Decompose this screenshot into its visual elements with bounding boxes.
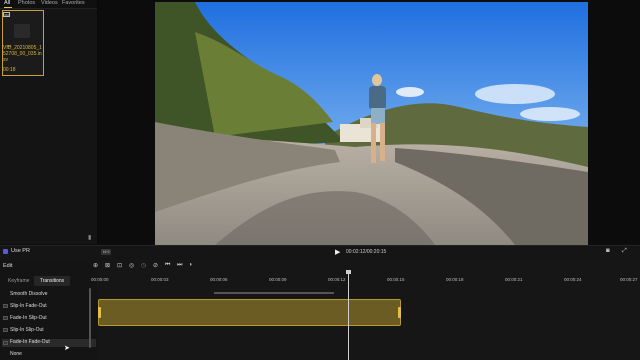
transition-label: None xyxy=(10,351,22,357)
360-badge: 360 xyxy=(3,12,10,17)
transition-label: Smooth Dissolve xyxy=(10,291,48,297)
speed-icon[interactable]: ◷ xyxy=(141,262,146,269)
transition-label: Slip-In Fade-Out xyxy=(10,303,47,309)
mark-icon[interactable]: ◗ xyxy=(189,262,193,268)
snapshot-camera-icon[interactable]: ◙ xyxy=(606,248,610,254)
clip-trim-handle-right[interactable] xyxy=(398,307,401,318)
transition-label: Slip-In Slip-Out xyxy=(10,327,44,333)
transition-item[interactable]: None xyxy=(10,351,22,357)
transition-thumb-icon xyxy=(3,304,8,308)
clip-filename: VID_20210805_152708_00_035.insv xyxy=(3,45,42,63)
scrollbar[interactable] xyxy=(89,288,91,348)
ruler-tick: 00:00:06 xyxy=(210,277,228,282)
ruler-tick: 00:00:15 xyxy=(387,277,405,282)
premiere-plugin-icon[interactable] xyxy=(3,249,8,254)
transition-item[interactable]: Fade-In Slip-Out xyxy=(10,315,47,321)
mouse-cursor-icon: ➤ xyxy=(64,345,70,352)
ruler-tick: 00:00:27 xyxy=(620,277,638,282)
transition-item-selected[interactable]: Fade-In Fade-Out xyxy=(2,339,96,347)
tab-photos[interactable]: Photos xyxy=(18,0,35,6)
image-placeholder-icon xyxy=(14,24,30,38)
ruler-tick: 00:00:21 xyxy=(505,277,523,282)
skip-start-icon[interactable]: ⏮ xyxy=(165,262,170,269)
transition-thumb-icon xyxy=(3,328,8,332)
tab-videos[interactable]: Videos xyxy=(41,0,58,6)
ruler-tick: 00:00:03 xyxy=(151,277,169,282)
edit-panel-title: Edit xyxy=(3,263,13,269)
ruler-tick: 00:00:18 xyxy=(446,277,464,282)
play-icon[interactable]: ▶ xyxy=(335,248,340,256)
reframe-icon[interactable]: ⊡ xyxy=(117,262,122,269)
use-pr-label[interactable]: Use PR xyxy=(11,248,30,254)
target-icon[interactable]: ◎ xyxy=(129,262,134,269)
fullscreen-icon[interactable]: ⤢ xyxy=(622,248,627,255)
clip-trim-handle-left[interactable] xyxy=(98,307,101,318)
transition-item[interactable]: Smooth Dissolve xyxy=(10,291,48,297)
active-tab-indicator xyxy=(4,7,12,8)
timeline-ruler[interactable]: 00:00:00 00:00:03 00:00:06 00:00:09 00:0… xyxy=(91,274,640,284)
tab-all[interactable]: All xyxy=(4,0,10,6)
transition-thumb-icon xyxy=(3,341,8,345)
aspect-ratio-button[interactable]: 16:9 xyxy=(101,249,111,255)
player-toolbar xyxy=(0,245,640,260)
ruler-tick: 00:00:09 xyxy=(269,277,287,282)
tab-keyframe[interactable]: Keyframe xyxy=(8,278,29,284)
transition-item[interactable]: Slip-In Slip-Out xyxy=(10,327,44,333)
library-tab-bar: All Photos Videos Favorites xyxy=(0,0,97,9)
transition-label: Fade-In Slip-Out xyxy=(10,315,47,321)
video-preview[interactable] xyxy=(155,2,588,245)
transition-label: Fade-In Fade-Out xyxy=(10,339,50,345)
crop-icon[interactable]: ⊠ xyxy=(105,262,110,269)
clip-duration: 00:18 xyxy=(3,67,16,73)
transition-item[interactable]: Slip-In Fade-Out xyxy=(10,303,47,309)
ruler-tick: 00:00:24 xyxy=(564,277,582,282)
ruler-tick: 00:00:12 xyxy=(328,277,346,282)
transition-thumb-icon xyxy=(3,316,8,320)
add-keyframe-icon[interactable]: ⊕ xyxy=(93,262,98,269)
transition-keyframe-bar[interactable] xyxy=(214,292,334,294)
ruler-tick: 00:00:00 xyxy=(91,277,109,282)
timeline-clip[interactable] xyxy=(98,299,401,326)
tab-favorites[interactable]: Favorites xyxy=(62,0,85,6)
tab-transitions[interactable]: Transitions xyxy=(34,276,70,286)
skip-end-icon[interactable]: ⏭ xyxy=(177,262,182,269)
trash-icon[interactable]: ▮ xyxy=(88,234,91,241)
video-frame xyxy=(155,2,588,245)
playback-timecode: 00:02:12/00:20:15 xyxy=(346,249,387,255)
split-icon[interactable]: ⊘ xyxy=(153,262,158,269)
playhead[interactable] xyxy=(348,270,349,360)
